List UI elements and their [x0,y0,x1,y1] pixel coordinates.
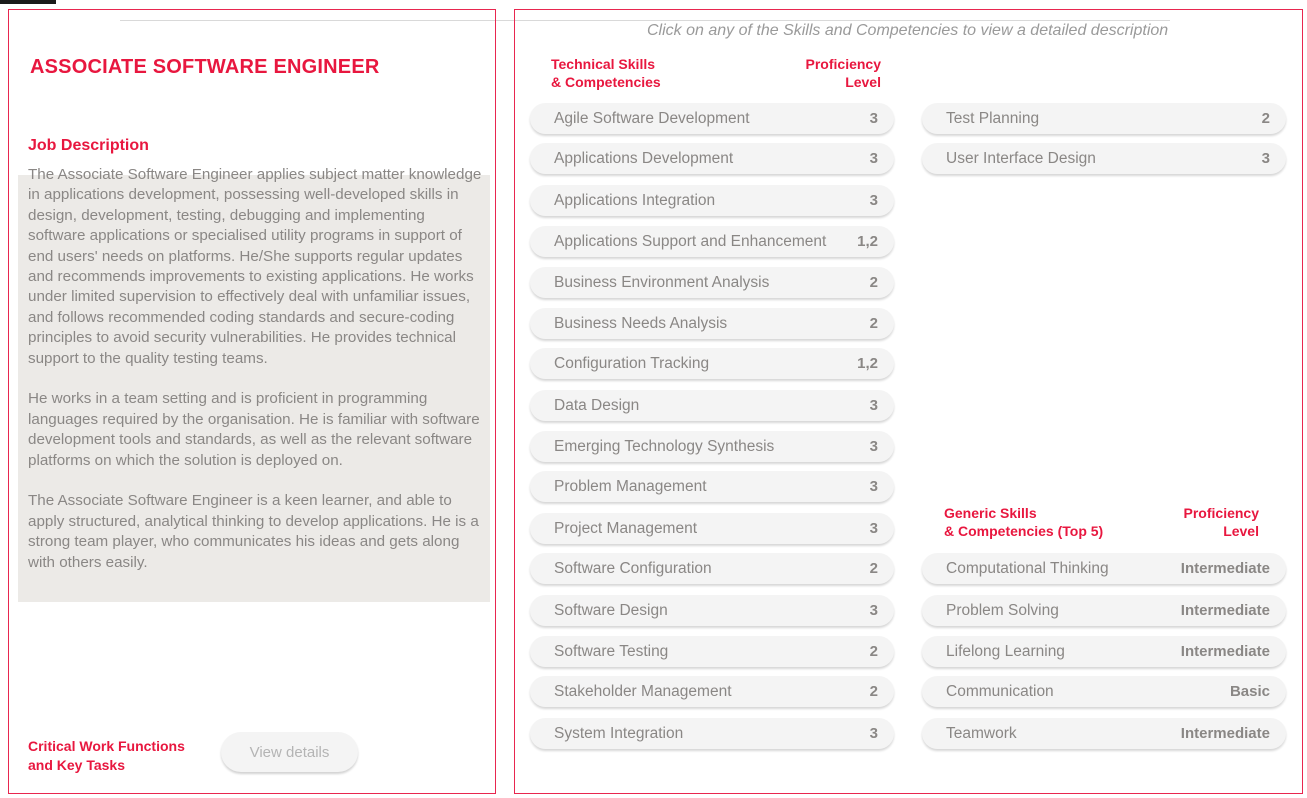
generic-skill-pill[interactable]: Teamwork Intermediate [922,718,1286,749]
technical-skill-name: Test Planning [946,109,1040,127]
job-description-paragraph-1: The Associate Software Engineer applies … [28,166,482,367]
job-description-text: The Associate Software Engineer applies … [28,165,482,593]
technical-skill-level: 1,2 [857,355,878,372]
technical-skill-name: Configuration Tracking [554,354,710,372]
generic-proficiency-header: Proficiency Level [1163,504,1259,540]
technical-skill-name: Emerging Technology Synthesis [554,437,775,455]
generic-skill-level: Intermediate [1180,725,1270,742]
technical-skill-name: Data Design [554,396,640,414]
generic-skill-pill[interactable]: Computational Thinking Intermediate [922,553,1286,584]
technical-skills-header-line2: & Competencies [551,74,661,90]
generic-skill-pill[interactable]: Problem Solving Intermediate [922,595,1286,626]
technical-skill-pill[interactable]: System Integration 3 [530,718,894,749]
generic-skills-header-line2: & Competencies (Top 5) [944,523,1104,539]
technical-proficiency-header-line1: Proficiency [805,56,881,72]
technical-skill-level: 2 [869,683,878,700]
technical-skill-name: Stakeholder Management [554,682,732,700]
job-description-paragraph-2: He works in a team setting and is profic… [28,390,480,469]
technical-skill-level: 3 [869,725,878,742]
generic-skill-pill[interactable]: Communication Basic [922,676,1286,707]
technical-skill-level: 2 [869,643,878,660]
technical-skill-name: Agile Software Development [554,109,750,127]
corner-mark [0,0,56,4]
skills-panel: Click on any of the Skills and Competenc… [514,9,1303,794]
technical-skill-level: 3 [869,602,878,619]
technical-skill-pill[interactable]: Test Planning 2 [922,103,1286,134]
technical-skill-level: 2 [869,560,878,577]
technical-skill-pill[interactable]: Agile Software Development 3 [530,103,894,134]
technical-proficiency-header: Proficiency Level [785,55,881,91]
technical-skill-name: Applications Development [554,149,734,167]
technical-skill-level: 2 [869,315,878,332]
technical-skill-pill[interactable]: Software Testing 2 [530,636,894,667]
job-description-heading: Job Description [28,137,149,154]
critical-work-functions-label-line2: and Key Tasks [28,757,126,773]
technical-skill-name: User Interface Design [946,149,1096,167]
technical-skill-name: Business Needs Analysis [554,314,728,332]
instruction-text: Click on any of the Skills and Competenc… [647,22,1169,39]
technical-skill-pill[interactable]: Problem Management 3 [530,471,894,502]
generic-skill-name: Computational Thinking [946,559,1109,577]
technical-skills-header-line1: Technical Skills [551,56,656,72]
technical-skill-pill[interactable]: Software Configuration 2 [530,553,894,584]
technical-skill-pill[interactable]: Data Design 3 [530,390,894,421]
technical-skill-pill[interactable]: Emerging Technology Synthesis 3 [530,431,894,462]
generic-skills-header-line1: Generic Skills [944,505,1037,521]
technical-skill-name: Problem Management [554,477,707,495]
generic-skill-name: Problem Solving [946,601,1059,619]
technical-skill-pill[interactable]: Applications Support and Enhancement 1,2 [530,226,894,257]
technical-skill-level: 3 [869,478,878,495]
technical-skill-level: 2 [1261,110,1270,127]
technical-skill-pill[interactable]: User Interface Design 3 [922,143,1286,174]
technical-skill-name: Software Design [554,601,668,619]
technical-skill-pill[interactable]: Stakeholder Management 2 [530,676,894,707]
critical-work-functions-label-line1: Critical Work Functions [28,738,185,754]
technical-skill-pill[interactable]: Applications Development 3 [530,143,894,174]
generic-skill-pill[interactable]: Lifelong Learning Intermediate [922,636,1286,667]
generic-skill-level: Intermediate [1180,643,1270,660]
technical-proficiency-header-line2: Level [845,74,881,90]
technical-skill-level: 3 [869,192,878,209]
technical-skill-name: Software Configuration [554,559,712,577]
technical-skill-pill[interactable]: Software Design 3 [530,595,894,626]
technical-skill-name: Applications Integration [554,191,716,209]
generic-proficiency-header-line2: Level [1223,523,1259,539]
technical-skill-level: 3 [869,520,878,537]
technical-skill-pill[interactable]: Business Environment Analysis 2 [530,267,894,298]
technical-skill-level: 3 [869,150,878,167]
technical-skill-name: System Integration [554,724,684,742]
technical-skill-level: 3 [1261,150,1270,167]
generic-skill-level: Intermediate [1180,602,1270,619]
technical-skill-pill[interactable]: Configuration Tracking 1,2 [530,348,894,379]
technical-skill-level: 1,2 [857,233,878,250]
technical-skill-name: Business Environment Analysis [554,273,770,291]
technical-skill-pill[interactable]: Applications Integration 3 [530,185,894,216]
job-title: ASSOCIATE SOFTWARE ENGINEER [30,56,380,78]
technical-skill-name: Project Management [554,519,698,537]
technical-skill-level: 3 [869,397,878,414]
generic-skill-name: Lifelong Learning [946,642,1065,660]
job-description-paragraph-3: The Associate Software Engineer is a kee… [28,492,479,571]
technical-skill-name: Applications Support and Enhancement [554,232,827,250]
technical-skill-level: 3 [869,110,878,127]
technical-skill-level: 3 [869,438,878,455]
job-description-panel: ASSOCIATE SOFTWARE ENGINEER Job Descript… [8,9,496,794]
critical-work-functions-label: Critical Work Functions and Key Tasks [28,737,185,775]
technical-skill-pill[interactable]: Business Needs Analysis 2 [530,308,894,339]
generic-skill-name: Teamwork [946,724,1017,742]
generic-skills-header: Generic Skills & Competencies (Top 5) [944,504,1103,540]
generic-skill-level: Basic [1229,683,1270,700]
view-details-button[interactable]: View details [221,732,358,772]
technical-skill-name: Software Testing [554,642,669,660]
generic-proficiency-header-line1: Proficiency [1183,505,1259,521]
technical-skill-pill[interactable]: Project Management 3 [530,513,894,544]
generic-skill-level: Intermediate [1180,560,1270,577]
technical-skills-header: Technical Skills & Competencies [551,55,661,91]
generic-skill-name: Communication [946,682,1054,700]
technical-skill-level: 2 [869,274,878,291]
